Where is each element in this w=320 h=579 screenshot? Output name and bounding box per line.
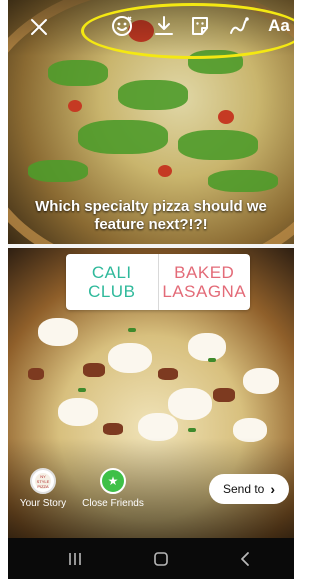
pizza-logo-icon: NY STYLE PIZZA bbox=[35, 473, 51, 489]
poll-option-cali-club[interactable]: CALI CLUB bbox=[66, 254, 159, 310]
chevron-right-icon: › bbox=[270, 481, 276, 497]
close-icon[interactable] bbox=[28, 16, 50, 38]
story-editor-screen: Which specialty pizza should we feature … bbox=[8, 0, 294, 579]
recents-icon[interactable] bbox=[60, 548, 90, 570]
close-friends-button[interactable]: ★ Close Friends bbox=[78, 468, 148, 509]
avatar: NY STYLE PIZZA bbox=[30, 468, 56, 494]
story-caption[interactable]: Which specialty pizza should we feature … bbox=[18, 198, 284, 234]
star-icon: ★ bbox=[100, 468, 126, 494]
poll-sticker[interactable]: CALI CLUB BAKED LASAGNA bbox=[66, 254, 250, 310]
annotation-highlight-ellipse bbox=[81, 3, 294, 59]
system-navigation-bar bbox=[8, 538, 294, 579]
close-friends-label: Close Friends bbox=[82, 498, 144, 509]
back-icon[interactable] bbox=[230, 548, 260, 570]
poll-option-baked-lasagna[interactable]: BAKED LASAGNA bbox=[159, 254, 251, 310]
send-to-label: Send to bbox=[222, 482, 265, 496]
your-story-label: Your Story bbox=[19, 498, 67, 509]
home-icon[interactable] bbox=[146, 548, 176, 570]
send-to-button[interactable]: Send to › bbox=[209, 474, 289, 504]
your-story-button[interactable]: NY STYLE PIZZA Your Story bbox=[18, 468, 68, 509]
